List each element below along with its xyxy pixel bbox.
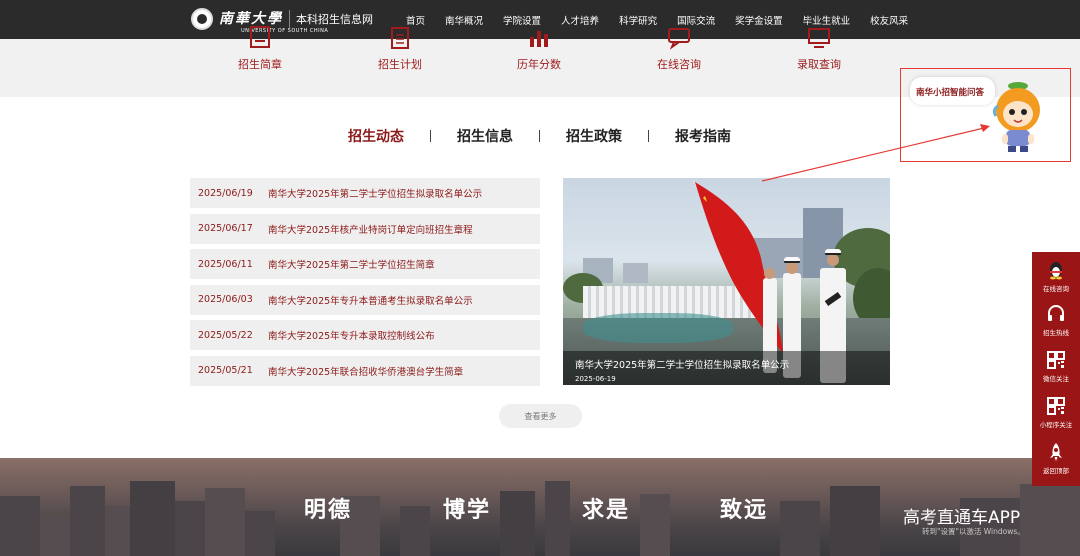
windows-activation-watermark: 转到"设置"以激活 Windows。: [922, 527, 1025, 536]
quick-link-label: 招生计划: [378, 58, 422, 71]
quick-link-label: 录取查询: [797, 58, 841, 71]
nav-alumni[interactable]: 校友风采: [860, 13, 918, 27]
sidebar-label: 微信关注: [1043, 375, 1069, 383]
quick-link-label: 在线咨询: [657, 58, 701, 71]
qr-code-icon: [1047, 397, 1065, 415]
nav-scholarship[interactable]: 奖学金设置: [725, 13, 793, 27]
news-date: 2025/05/22: [198, 329, 253, 341]
tab-admission-news[interactable]: 招生动态: [322, 126, 430, 146]
query-icon: [808, 28, 830, 48]
university-logo[interactable]: 南華大學 UNIVERSITY OF SOUTH CHINA 本科招生信息网: [191, 8, 373, 34]
news-item[interactable]: 2025/06/17 南华大学2025年核产业特岗订单定向班招生章程: [190, 213, 540, 244]
sidebar-label: 招生热线: [1043, 329, 1069, 337]
sidebar-hotline[interactable]: 招生热线: [1032, 304, 1080, 337]
news-title[interactable]: 南华大学2025年第二学士学位招生拟录取名单公示: [268, 186, 482, 200]
sidebar-back-to-top[interactable]: 返回顶部: [1032, 442, 1080, 475]
news-title[interactable]: 南华大学2025年第二学士学位招生简章: [268, 257, 435, 271]
logo-divider: [289, 10, 290, 28]
news-date: 2025/05/21: [198, 365, 253, 376]
news-item[interactable]: 2025/06/03 南华大学2025年专升本普通考生拟录取名单公示: [190, 284, 540, 315]
nav-about[interactable]: 南华概况: [435, 13, 493, 27]
motto-word: 博学: [443, 498, 492, 523]
feature-date: 2025-06-19: [575, 375, 616, 383]
rocket-icon: [1050, 443, 1062, 461]
sidebar-mini-program[interactable]: 小程序关注: [1032, 396, 1080, 429]
news-title[interactable]: 南华大学2025年专升本录取控制线公布: [268, 328, 435, 342]
motto-word: 求是: [582, 498, 631, 523]
tab-admission-info[interactable]: 招生信息: [431, 126, 539, 146]
news-item[interactable]: 2025/05/21 南华大学2025年联合招收华侨港澳台学生简章: [190, 355, 540, 386]
news-date: 2025/06/19: [198, 187, 253, 199]
university-seal-icon: [191, 8, 213, 30]
quick-link-label: 历年分数: [517, 58, 561, 71]
logo-wordmark: 南華大學 UNIVERSITY OF SOUTH CHINA: [213, 11, 328, 34]
quick-link-query[interactable]: 录取查询: [774, 28, 864, 72]
sidebar-label: 返回顶部: [1043, 467, 1069, 475]
quick-link-consult[interactable]: 在线咨询: [634, 28, 724, 72]
motto-word: 明德: [304, 498, 353, 523]
qr-code-icon: [1047, 351, 1065, 369]
quick-link-brochure[interactable]: 招生简章: [215, 26, 305, 72]
assistant-label[interactable]: 南华小招智能问答: [916, 86, 984, 98]
news-date: 2025/06/17: [198, 223, 253, 234]
brochure-icon: [250, 26, 270, 48]
news-title[interactable]: 南华大学2025年核产业特岗订单定向班招生章程: [268, 222, 473, 236]
feature-title[interactable]: 南华大学2025年第二学士学位招生拟录取名单公示: [575, 357, 878, 371]
quick-link-scores[interactable]: 历年分数: [494, 31, 584, 72]
app-watermark: 高考直通车APP: [903, 508, 1021, 528]
news-item[interactable]: 2025/06/19 南华大学2025年第二学士学位招生拟录取名单公示: [190, 178, 540, 208]
headset-icon: [1048, 305, 1064, 321]
motto-word: 致远: [720, 498, 769, 523]
main-nav: 首页 南华概况 学院设置 人才培养 科学研究 国际交流 奖学金设置 毕业生就业 …: [396, 0, 918, 39]
view-more-button[interactable]: 查看更多: [499, 404, 582, 428]
news-date: 2025/06/11: [198, 258, 253, 270]
chat-icon: [668, 28, 690, 50]
nav-education[interactable]: 人才培养: [551, 13, 609, 27]
tab-admission-policy[interactable]: 招生政策: [540, 126, 648, 146]
sidebar-wechat[interactable]: 微信关注: [1032, 350, 1080, 383]
sidebar-label: 在线咨询: [1043, 285, 1069, 293]
sidebar-online-consult[interactable]: 在线咨询: [1032, 260, 1080, 293]
news-item[interactable]: 2025/05/22 南华大学2025年专升本录取控制线公布: [190, 320, 540, 350]
sidebar-label: 小程序关注: [1039, 421, 1073, 429]
nav-research[interactable]: 科学研究: [609, 13, 667, 27]
news-tabs: 招生动态 招生信息 招生政策 报考指南: [322, 126, 757, 146]
feature-caption: 南华大学2025年第二学士学位招生拟录取名单公示 2025-06-19: [563, 351, 890, 385]
news-title[interactable]: 南华大学2025年联合招收华侨港澳台学生简章: [268, 364, 463, 378]
featured-news-card[interactable]: 南华大学2025年第二学士学位招生拟录取名单公示 2025-06-19: [563, 178, 890, 385]
qq-penguin-icon: [1050, 262, 1062, 280]
mascot-icon[interactable]: [988, 80, 1054, 156]
right-sidebar: 在线咨询 招生热线 微信关注 小程序关注 返回顶部: [1032, 252, 1080, 486]
site-title: 本科招生信息网: [296, 13, 373, 26]
quick-link-label: 招生简章: [238, 58, 282, 71]
motto-banner: 明德 博学 求是 致远 高考直通车APP 转到"设置"以激活 Windows。: [0, 458, 1080, 556]
news-date: 2025/06/03: [198, 294, 253, 305]
logo-name: 南華大學: [219, 11, 283, 27]
plan-icon: [391, 27, 409, 49]
news-title[interactable]: 南华大学2025年专升本普通考生拟录取名单公示: [268, 293, 473, 307]
score-chart-icon: [530, 31, 548, 47]
quick-link-plan[interactable]: 招生计划: [355, 27, 445, 72]
tab-application-guide[interactable]: 报考指南: [649, 126, 757, 146]
news-item[interactable]: 2025/06/11 南华大学2025年第二学士学位招生简章: [190, 249, 540, 279]
news-list: 2025/06/19 南华大学2025年第二学士学位招生拟录取名单公示 2025…: [190, 178, 540, 391]
